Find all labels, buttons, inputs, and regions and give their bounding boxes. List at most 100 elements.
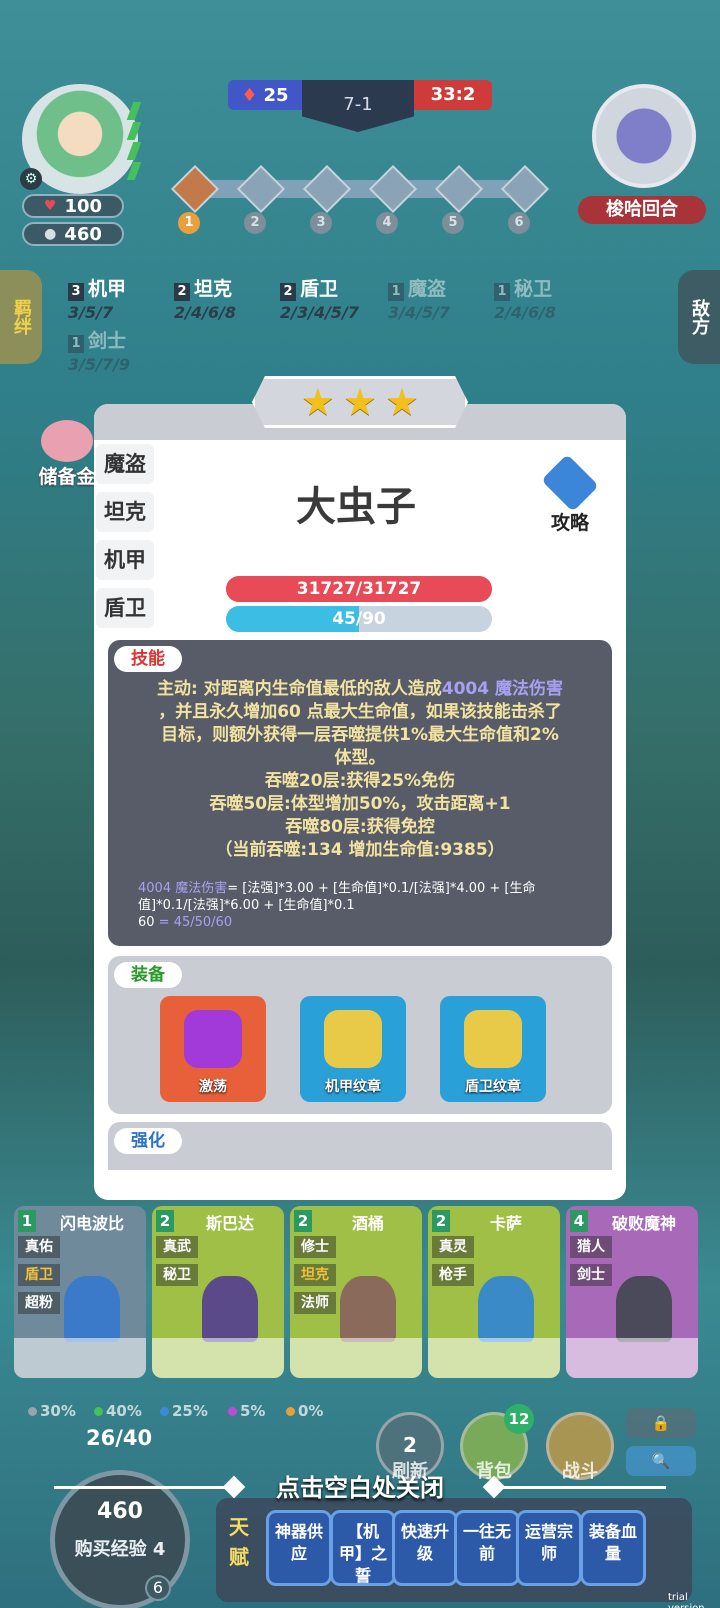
synergy-levels: 2/4/6/8 (174, 303, 237, 322)
talent-card[interactable]: 一往无前 (454, 1510, 520, 1586)
enemy-tab[interactable]: 敌方 (678, 270, 720, 364)
mana-bar-text: 45/90 (332, 609, 386, 629)
enemy-avatar[interactable] (592, 84, 696, 188)
piggy-bank-icon (41, 420, 93, 462)
synergy-count: 2 (280, 283, 296, 301)
talent-card[interactable]: 快速升级 (392, 1510, 458, 1586)
talent-label: 天赋 (229, 1515, 249, 1569)
skill-line: （当前吞噬:134 增加生命值:9385） (215, 840, 505, 860)
skill-section-title: 技能 (114, 646, 182, 672)
round-node-5 (434, 164, 484, 214)
skill-line: 体型。 (334, 748, 386, 768)
odds-tier-5: 0% (286, 1402, 323, 1420)
settings-gear-icon[interactable]: ⚙ (20, 168, 42, 190)
odds-tier-1: 30% (28, 1402, 76, 1420)
shop-unit-name: 酒桶 (351, 1214, 384, 1233)
shop-unit-name: 卡萨 (489, 1214, 522, 1233)
player-hp-value: 100 (64, 195, 103, 217)
enhance-section: 强化 (108, 1122, 612, 1170)
formula-damage: 4004 魔法伤害 (138, 881, 228, 896)
equipment-slot[interactable]: 盾卫纹章 (440, 996, 546, 1102)
unit-cost-badge: 2 (294, 1210, 312, 1232)
round-node-3 (302, 164, 352, 214)
lock-icon: 🔒 (651, 1414, 671, 1432)
player-gold-pill: ● 460 (22, 222, 124, 246)
equipment-section-title: 装备 (114, 962, 182, 988)
coin-icon: ● (44, 226, 57, 242)
equipment-slot[interactable]: 激荡 (160, 996, 266, 1102)
shop-unit-figure (478, 1276, 534, 1342)
synergy-item[interactable]: 1 剑士 3/5/7/9 (68, 330, 130, 376)
enemy-round-label: 梭哈回合 (578, 196, 706, 224)
shop-unit-card[interactable]: 1 闪电波比 真佑 盾卫 超粉 (14, 1206, 146, 1378)
stage-indicator: 7-1 (302, 80, 414, 132)
round-node-4 (368, 164, 418, 214)
player-gold-value: 460 (64, 223, 102, 245)
score-panel: ♦ 25 7-1 33:2 (228, 80, 494, 142)
talent-card[interactable]: 【机甲】之誓 (330, 1510, 396, 1586)
strategy-guide-button[interactable]: 攻略 (532, 454, 608, 540)
role-tab[interactable]: 盾卫 (96, 588, 154, 628)
formula-hp: 60 (138, 915, 155, 930)
shop-unit-card[interactable]: 2 酒桶 修士坦克法师 (290, 1206, 422, 1378)
synergy-count: 3 (68, 283, 84, 301)
talent-card[interactable]: 神器供应 (266, 1510, 332, 1586)
shop-unit-card[interactable]: 2 斯巴达 真武 秘卫 (152, 1206, 284, 1378)
close-hint-text[interactable]: 点击空白处关闭 (0, 1468, 720, 1506)
lock-shop-button[interactable]: 🔒 (626, 1408, 696, 1438)
shop-unit-trait: 真灵 (432, 1236, 474, 1258)
emblem-icon (324, 1010, 382, 1068)
strategy-guide-label: 攻略 (550, 512, 589, 534)
shop-card-footer (290, 1338, 422, 1378)
shop-unit-card[interactable]: 2 卡萨 真灵 枪手 (428, 1206, 560, 1378)
shop-unit-card[interactable]: 4 破败魔神 猎人 剑士 (566, 1206, 698, 1378)
synergy-name: 机甲 (88, 278, 127, 300)
odds-value: 25% (172, 1402, 208, 1420)
player-xp-bars (126, 100, 170, 200)
synergy-item[interactable]: 2 坦克 2/4/6/8 (174, 278, 236, 324)
shop-card-footer (152, 1338, 284, 1378)
synergy-name: 剑士 (88, 330, 127, 352)
shop-unit-trait: 真武 (156, 1236, 198, 1258)
equipment-name: 机甲纹章 (325, 1079, 381, 1095)
shop-unit-trait: 坦克 (294, 1264, 336, 1286)
synergy-tab[interactable]: 羁绊 (0, 270, 42, 364)
round-node-1 (170, 164, 220, 214)
round-number: 4 (376, 212, 398, 234)
role-tab[interactable]: 机甲 (96, 540, 154, 580)
round-node-2 (236, 164, 286, 214)
round-node-6 (500, 164, 550, 214)
formula-hp-values: = 45/50/60 (154, 915, 233, 930)
synergy-count: 1 (68, 335, 84, 353)
blue-score-value: 25 (263, 84, 289, 106)
star-icon: ★ (385, 380, 420, 424)
equipment-section: 装备 激荡 机甲纹章 盾卫纹章 (108, 956, 612, 1114)
synergy-item[interactable]: 3 机甲 3/5/7 (68, 278, 126, 324)
synergy-item[interactable]: 1 秘卫 2/4/6/8 (494, 278, 556, 324)
graduation-cap-icon (541, 454, 599, 512)
shop-unit-figure (616, 1276, 672, 1342)
skill-line: 吞噬50层:体型增加50%，攻击距离+1 (209, 794, 511, 814)
synergy-item[interactable]: 2 盾卫 2/3/4/5/7 (280, 278, 359, 324)
unit-cost-badge: 2 (156, 1210, 174, 1232)
round-number: 5 (442, 212, 464, 234)
star-icon: ★ (342, 380, 378, 424)
talent-card[interactable]: 运营宗师 (516, 1510, 582, 1586)
synergy-name: 魔盗 (408, 278, 447, 300)
shop-unit-name: 闪电波比 (59, 1214, 124, 1233)
shop-unit-figure (202, 1276, 258, 1342)
talent-card[interactable]: 装备血量 (580, 1510, 646, 1586)
equipment-slot[interactable]: 机甲纹章 (300, 996, 406, 1102)
shop-unit-trait: 法师 (294, 1292, 336, 1314)
synergy-name: 秘卫 (514, 278, 553, 300)
synergy-item[interactable]: 1 魔盗 3/4/5/7 (388, 278, 450, 324)
role-tab[interactable]: 坦克 (96, 492, 154, 532)
synergy-count: 1 (494, 283, 510, 301)
shop-unit-trait: 修士 (294, 1236, 336, 1258)
role-tab[interactable]: 魔盗 (96, 444, 154, 484)
shop-unit-trait: 真佑 (18, 1236, 60, 1258)
synergy-levels: 2/3/4/5/7 (280, 303, 360, 322)
shop-card-footer (566, 1338, 698, 1378)
shop-unit-trait: 剑士 (570, 1264, 612, 1286)
round-number: 1 (178, 212, 200, 234)
